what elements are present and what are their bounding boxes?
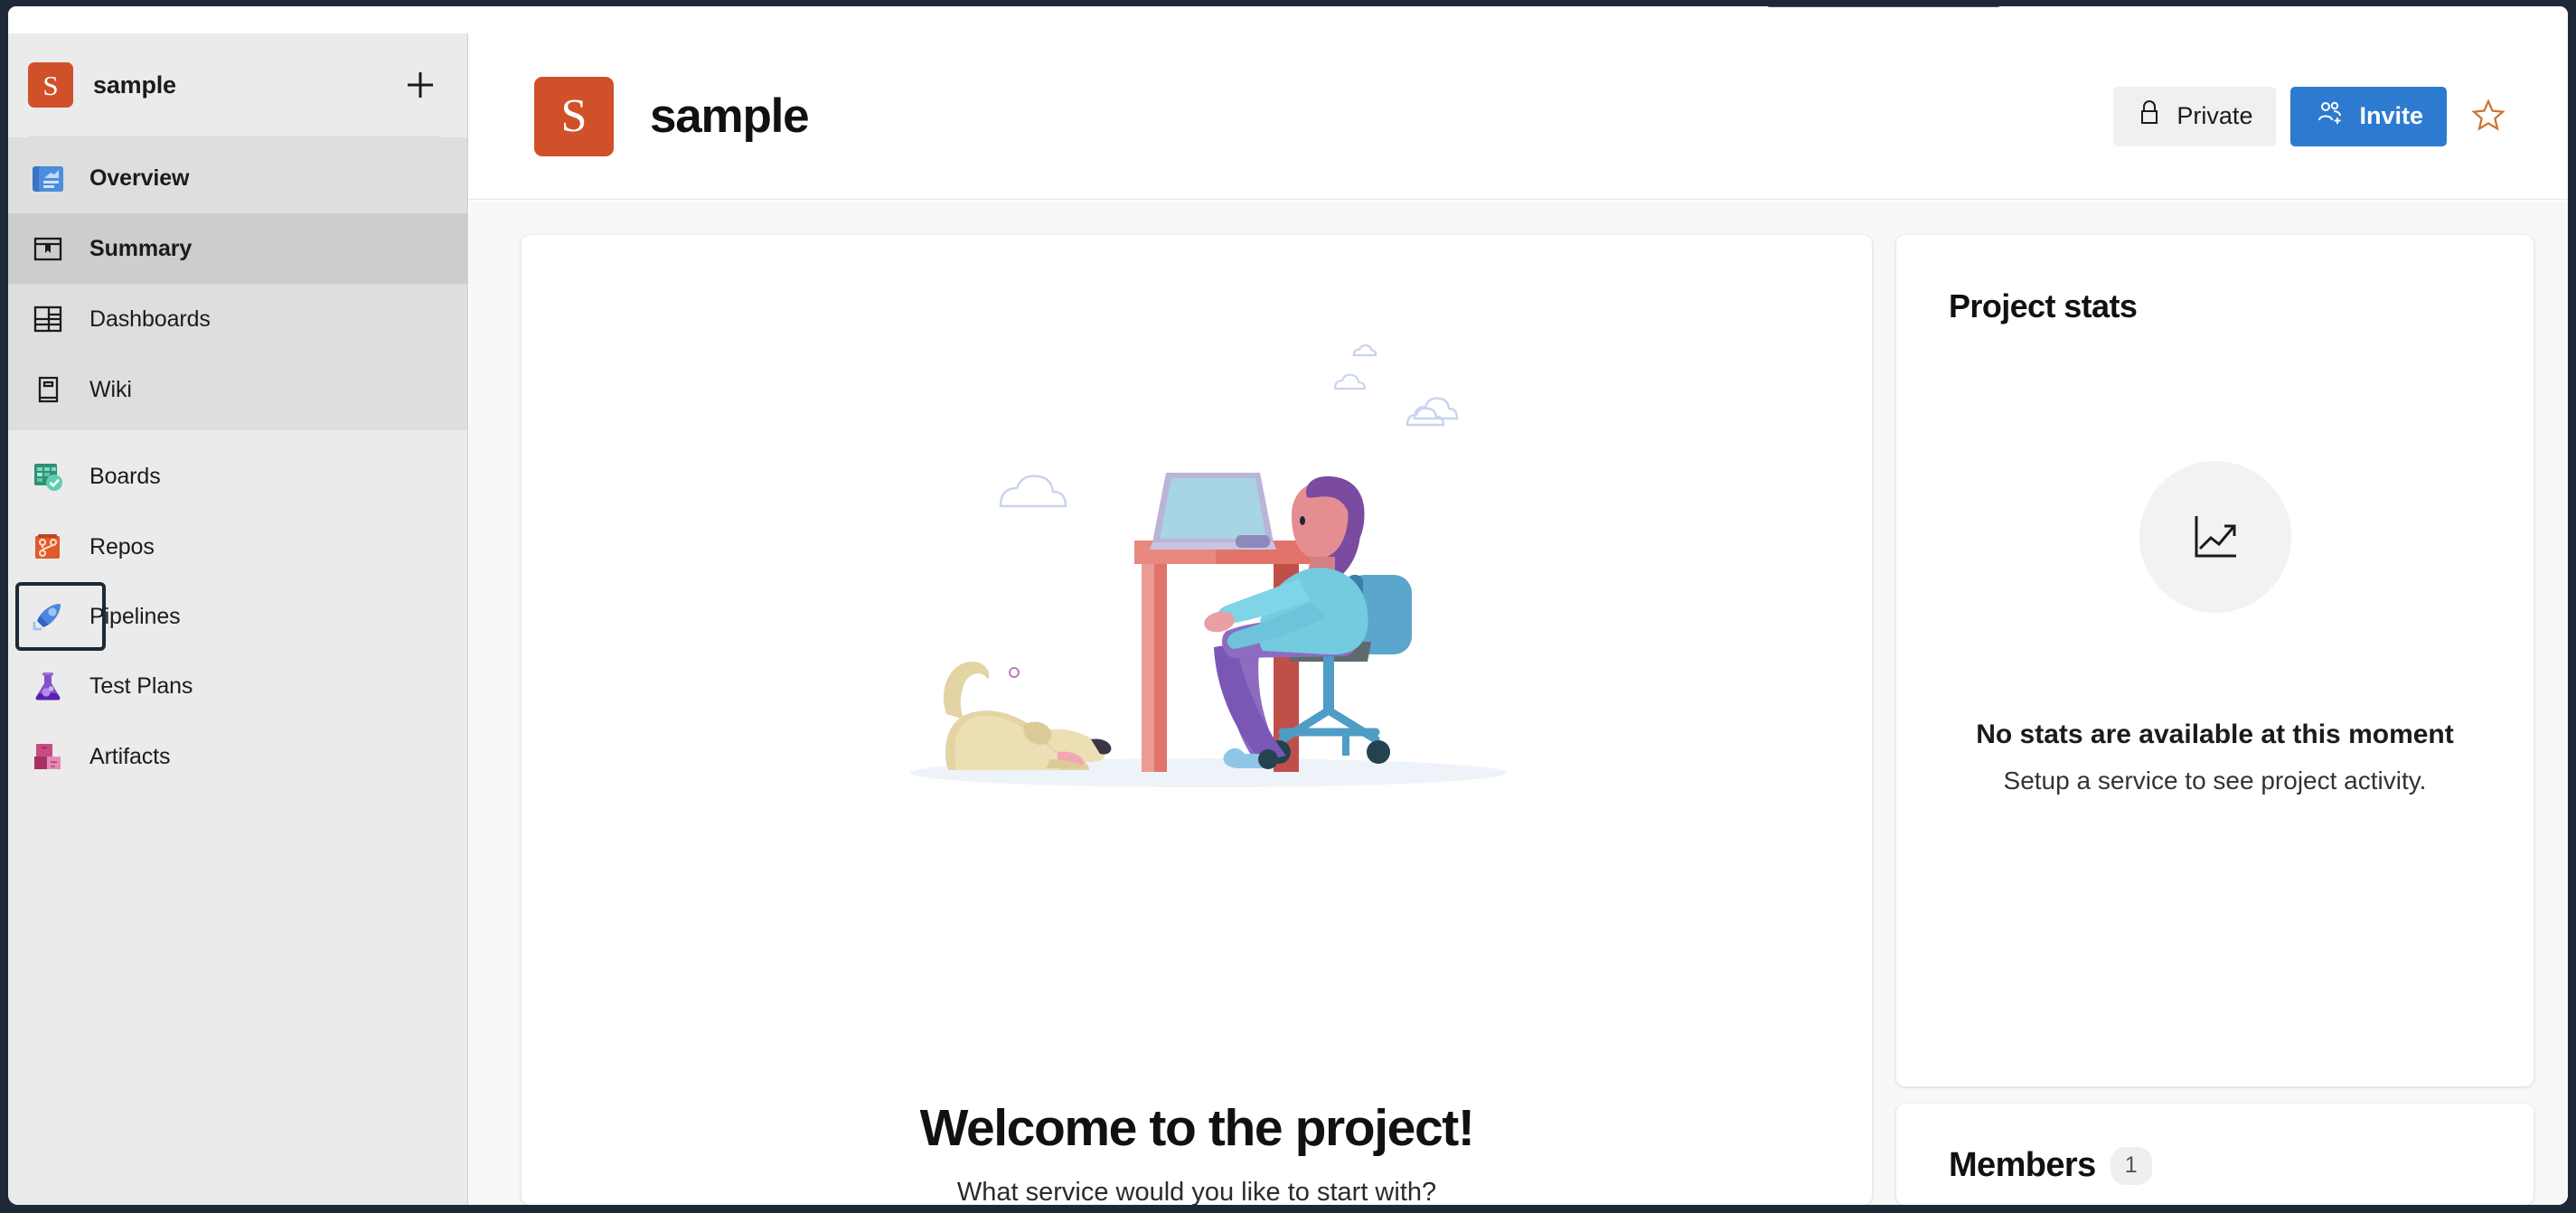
sidebar-item-label: Dashboards [89,306,211,332]
lock-icon [2137,99,2162,133]
members-header: Members 1 [1949,1146,2152,1185]
sidebar-item-label: Test Plans [89,672,193,699]
boards-icon [28,456,68,496]
sidebar-item-label: Overview [89,165,190,191]
sidebar-item-boards[interactable]: Boards [8,441,467,512]
sidebar-item-artifacts[interactable]: Artifacts [8,721,467,792]
sidebar-item-overview[interactable]: Overview [8,143,467,213]
sidebar-item-pipelines[interactable]: Pipelines [15,582,181,651]
private-button[interactable]: Private [2113,86,2277,146]
welcome-heading: Welcome to the project! [919,1099,1475,1157]
sidebar-item-label: Boards [89,463,161,489]
welcome-text-block: Welcome to the project! What service wou… [522,1098,1872,1205]
project-stats-empty-heading: No stats are available at this moment [1976,719,2454,749]
favorite-button[interactable] [2461,89,2515,144]
members-count-badge: 1 [2110,1146,2152,1185]
wiki-icon [28,370,68,409]
star-outline-icon [2470,97,2506,136]
sidebar-group-overview: Overview Summary Dashboards Wiki [8,137,467,430]
members-card: Members 1 [1896,1104,2534,1205]
sidebar-item-label: Artifacts [89,743,171,769]
person-at-desk-with-dog-illustration [865,307,1552,813]
page-title: sample [650,89,810,143]
project-stats-title: Project stats [1949,287,2138,324]
sidebar-item-label: Pipelines [89,603,181,629]
sidebar-group-services: Boards Repos Pipelines Test Plans Artifa… [8,430,467,792]
members-title: Members [1949,1146,2096,1184]
sidebar-item-dashboards[interactable]: Dashboards [8,284,467,354]
sidebar-item-label: Repos [89,533,155,559]
summary-icon [28,229,68,268]
add-people-icon [2314,99,2345,133]
project-avatar: S [28,62,73,108]
artifacts-icon [28,737,68,776]
sidebar-project-name: sample [93,71,176,99]
invite-button[interactable]: Invite [2290,86,2447,146]
browser-window-frame: S sample Overview Summary Dashboards Wik… [0,0,2576,1213]
main-area: S sample Private Invite Welcome to the p… [469,33,2568,1205]
right-column: Project stats No stats are available at … [1896,235,2534,1205]
project-stats-empty-text: Setup a service to see project activity. [2003,766,2427,795]
sidebar-project-header[interactable]: S sample [8,33,467,136]
private-button-label: Private [2176,102,2253,129]
sidebar-item-test-plans[interactable]: Test Plans [8,651,467,721]
dashboards-icon [28,299,68,339]
welcome-subheading: What service would you like to start wit… [956,1178,1437,1205]
invite-button-label: Invite [2359,102,2423,129]
sidebar-item-label: Wiki [89,376,132,402]
trend-chart-icon [2139,461,2291,613]
project-sidebar: S sample Overview Summary Dashboards Wik… [8,33,468,1205]
sidebar-item-wiki[interactable]: Wiki [8,354,467,425]
project-stats-card: Project stats No stats are available at … [1896,235,2534,1086]
sidebar-item-repos[interactable]: Repos [8,512,467,582]
plus-icon[interactable] [400,65,440,105]
sidebar-item-summary[interactable]: Summary [8,213,467,284]
test-plans-icon [28,666,68,706]
project-header: S sample Private Invite [469,33,2568,200]
header-actions: Private Invite [2113,86,2515,146]
browser-tab-notch [1766,6,2001,7]
content-area: Welcome to the project! What service wou… [469,201,2568,1205]
overview-icon [28,158,68,198]
repos-icon [28,527,68,567]
browser-top-strip [8,6,2568,33]
pipelines-icon [28,597,68,636]
project-header-avatar: S [534,76,614,156]
page-viewport: S sample Overview Summary Dashboards Wik… [8,6,2568,1205]
project-stats-empty-state: No stats are available at this moment Se… [1896,461,2534,795]
welcome-card: Welcome to the project! What service wou… [522,235,1872,1205]
sidebar-item-label: Summary [89,235,193,261]
